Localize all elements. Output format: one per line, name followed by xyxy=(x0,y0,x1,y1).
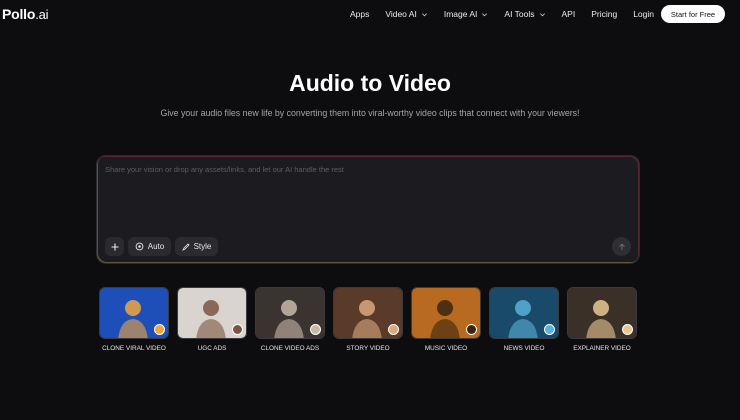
avatar xyxy=(466,324,477,335)
logo-suffix: .ai xyxy=(35,7,49,22)
prompt-box: Auto Style xyxy=(96,155,640,264)
card-thumbnail xyxy=(333,287,403,339)
card-label: MUSIC VIDEO xyxy=(424,345,468,352)
template-card-clone-viral-video[interactable]: CLONE VIRAL VIDEO xyxy=(99,287,169,352)
avatar xyxy=(310,324,321,335)
template-card-clone-video-ads[interactable]: CLONE VIDEO ADS xyxy=(255,287,325,352)
card-label: UGC ADS xyxy=(197,345,227,352)
card-thumbnail xyxy=(255,287,325,339)
template-card-explainer-video[interactable]: EXPLAINER VIDEO xyxy=(567,287,637,352)
submit-button[interactable] xyxy=(612,237,631,256)
style-button[interactable]: Style xyxy=(175,237,218,256)
chevron-down-icon xyxy=(539,12,545,16)
template-card-music-video[interactable]: MUSIC VIDEO xyxy=(411,287,481,352)
template-card-news-video[interactable]: NEWS VIDEO xyxy=(489,287,559,352)
nav-item-apps[interactable]: Apps xyxy=(350,9,369,19)
avatar xyxy=(154,324,165,335)
template-cards: CLONE VIRAL VIDEO UGC ADS CLONE VIDEO ADS S… xyxy=(99,287,639,357)
auto-mode-icon xyxy=(135,242,144,251)
nav-item-api[interactable]: API xyxy=(562,9,576,19)
nav-item-label: Pricing xyxy=(591,9,618,19)
nav-item-label: Login xyxy=(633,9,654,19)
page-title: Audio to Video xyxy=(289,70,451,96)
template-card-story-video[interactable]: STORY VIDEO xyxy=(333,287,403,352)
chevron-down-icon xyxy=(421,12,427,16)
card-label: EXPLAINER VIDEO xyxy=(573,345,631,352)
logo-main: Pollo xyxy=(2,6,36,22)
card-thumbnail xyxy=(411,287,481,339)
page-subtitle: Give your audio files new life by conver… xyxy=(160,108,580,118)
card-label: NEWS VIDEO xyxy=(503,345,545,352)
brush-icon xyxy=(181,242,190,251)
nav-item-login[interactable]: Login xyxy=(633,9,654,19)
nav-item-label: Video AI xyxy=(385,9,417,19)
auto-mode-label: Auto xyxy=(147,242,165,251)
card-thumbnail xyxy=(177,287,247,339)
nav-item-pricing[interactable]: Pricing xyxy=(591,9,617,19)
nav-item-video-ai[interactable]: Video AI xyxy=(385,9,428,19)
top-nav-bar: Pollo .ai Apps Video AI Image AI AI Tools API… xyxy=(0,0,740,28)
nav-item-ai-tools[interactable]: AI Tools xyxy=(504,9,545,19)
avatar xyxy=(232,324,243,335)
auto-mode-button[interactable]: Auto xyxy=(128,237,171,256)
avatar xyxy=(622,324,633,335)
arrow-up-icon xyxy=(618,243,625,250)
add-asset-button[interactable] xyxy=(105,237,124,256)
style-label: Style xyxy=(193,242,212,251)
nav-item-label: AI Tools xyxy=(504,9,535,19)
card-thumbnail xyxy=(99,287,169,339)
nav-item-image-ai[interactable]: Image AI xyxy=(444,9,489,19)
nav-item-label: Image AI xyxy=(443,9,478,19)
pollo-logo[interactable]: Pollo .ai xyxy=(2,6,49,22)
card-label: CLONE VIRAL VIDEO xyxy=(102,345,166,352)
card-thumbnail xyxy=(489,287,559,339)
avatar xyxy=(544,324,555,335)
main-nav: Apps Video AI Image AI AI Tools API Pricing Lo… xyxy=(334,9,654,19)
start-for-free-button[interactable]: Start for Free xyxy=(661,5,725,23)
card-label: CLONE VIDEO ADS xyxy=(260,345,320,352)
avatar xyxy=(388,324,399,335)
card-thumbnail xyxy=(567,287,637,339)
template-card-ugc-ads[interactable]: UGC ADS xyxy=(177,287,247,352)
nav-item-label: API xyxy=(561,9,576,19)
plus-icon xyxy=(111,243,118,250)
nav-item-label: Apps xyxy=(349,9,370,19)
prompt-input[interactable] xyxy=(105,165,625,225)
chevron-down-icon xyxy=(482,12,488,16)
card-label: STORY VIDEO xyxy=(346,345,390,352)
